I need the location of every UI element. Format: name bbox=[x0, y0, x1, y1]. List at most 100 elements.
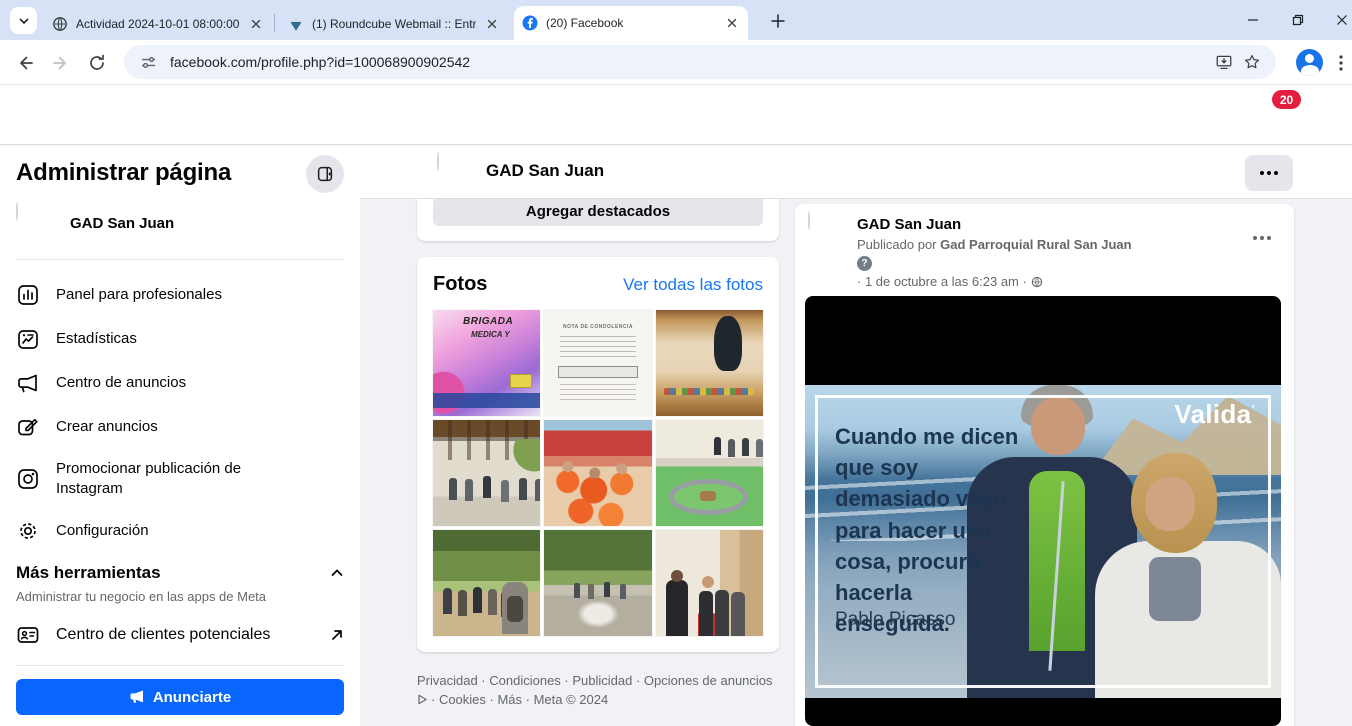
sidebar-title: Administrar página bbox=[16, 159, 231, 187]
bookmark-star-icon[interactable] bbox=[1238, 48, 1266, 76]
photo-boat-lifevests[interactable] bbox=[544, 420, 651, 526]
facebook-footer: Privacidad · Condiciones · Publicidad · … bbox=[417, 672, 779, 708]
tab-separator bbox=[274, 14, 275, 32]
collapse-sidebar-icon bbox=[316, 165, 334, 183]
address-bar[interactable]: facebook.com/profile.php?id=100068900902… bbox=[124, 45, 1276, 79]
add-highlights-button[interactable]: Agregar destacados bbox=[433, 196, 763, 226]
post-timestamp[interactable]: · 1 de octubre a las 6:23 am · bbox=[857, 274, 1043, 289]
sidebar-item-insights[interactable]: Estadísticas bbox=[8, 317, 352, 361]
post-published-by: Publicado por Gad Parroquial Rural San J… bbox=[857, 237, 1132, 252]
browser-menu-icon[interactable] bbox=[1333, 48, 1349, 78]
footer-links-line2[interactable]: · Cookies · Más · Meta © 2024 bbox=[431, 691, 608, 708]
publisher-page-name[interactable]: Gad Parroquial Rural San Juan bbox=[940, 237, 1131, 252]
adchoices-icon bbox=[417, 694, 428, 705]
external-link-icon bbox=[330, 628, 344, 642]
site-settings-icon[interactable] bbox=[134, 48, 162, 76]
tab-search-button[interactable] bbox=[10, 7, 37, 34]
document-lines bbox=[560, 384, 635, 400]
post-card: GAD San Juan Publicado por Gad Parroquia… bbox=[795, 204, 1294, 726]
install-app-icon[interactable] bbox=[1210, 48, 1238, 76]
photo-pergola-group[interactable] bbox=[433, 420, 540, 526]
main-area: Agregar destacados Fotos Ver todas las f… bbox=[360, 145, 1352, 726]
manage-page-sidebar: Administrar página GAD San Juan Panel pa… bbox=[0, 145, 360, 726]
advertise-button[interactable]: Anunciarte bbox=[16, 679, 344, 715]
sidebar-item-label: Promocionar publicación de Instagram bbox=[56, 459, 306, 499]
gear-icon bbox=[16, 519, 40, 543]
window-close-button[interactable] bbox=[1326, 5, 1352, 35]
reload-button[interactable] bbox=[82, 48, 112, 78]
megaphone-icon bbox=[129, 689, 145, 705]
question-badge[interactable]: ? bbox=[857, 256, 872, 271]
url-text[interactable]: facebook.com/profile.php?id=100068900902… bbox=[170, 54, 1210, 70]
photo-condolence-note[interactable]: NOTA DE CONDOLENCIA bbox=[544, 310, 651, 416]
footer-links-line1[interactable]: Privacidad · Condiciones · Publicidad · … bbox=[417, 672, 779, 689]
globe-privacy-icon bbox=[1031, 276, 1043, 288]
post-image[interactable]: Valida’ Cuando me dicen que soy demasiad… bbox=[805, 296, 1281, 726]
woman-top bbox=[1149, 557, 1201, 621]
close-tab-icon[interactable] bbox=[248, 16, 264, 32]
post-author-avatar[interactable] bbox=[808, 212, 848, 252]
person-silhouette bbox=[666, 580, 688, 636]
page-title: GAD San Juan bbox=[486, 161, 604, 181]
sidebar-page-profile[interactable]: GAD San Juan bbox=[8, 199, 352, 247]
photos-card: Fotos Ver todas las fotos BRIGADA MEDICA… bbox=[417, 257, 779, 652]
post-author-name[interactable]: GAD San Juan bbox=[857, 216, 961, 233]
quote-text: Cuando me dicen que soy demasiado viejo … bbox=[835, 421, 1031, 640]
pencil-square-icon bbox=[16, 415, 40, 439]
close-tab-icon[interactable] bbox=[484, 16, 500, 32]
document-title: NOTA DE CONDOLENCIA bbox=[544, 324, 651, 330]
more-tools-subtitle: Administrar tu negocio en las apps de Me… bbox=[16, 589, 266, 604]
divider bbox=[16, 259, 344, 260]
sidebar-item-ads-center[interactable]: Centro de anuncios bbox=[8, 361, 352, 405]
facebook-favicon-icon bbox=[522, 15, 538, 31]
people-silhouettes bbox=[449, 478, 457, 500]
back-button[interactable] bbox=[10, 48, 40, 78]
tab-roundcube[interactable]: (1) Roundcube Webmail :: Entra bbox=[280, 8, 508, 40]
photo-crowd-trees[interactable] bbox=[433, 530, 540, 636]
page-more-button[interactable] bbox=[1245, 155, 1293, 191]
sidebar-item-settings[interactable]: Configuración bbox=[8, 509, 352, 553]
people-in-vests bbox=[544, 420, 651, 526]
post-more-icon[interactable] bbox=[1246, 222, 1278, 254]
sidebar-item-professional-dashboard[interactable]: Panel para profesionales bbox=[8, 273, 352, 317]
sidebar-item-leads-center[interactable]: Centro de clientes potenciales bbox=[8, 613, 352, 657]
instagram-icon bbox=[16, 467, 40, 491]
gad-san-juan-crest bbox=[16, 202, 18, 221]
sidebar-item-label: Centro de clientes potenciales bbox=[56, 625, 270, 645]
photo-indoor-delivery[interactable] bbox=[656, 530, 763, 636]
more-tools-header[interactable]: Más herramientas bbox=[16, 563, 344, 583]
photo-sculpture-exhibit[interactable] bbox=[656, 310, 763, 416]
document-box bbox=[558, 366, 637, 378]
forward-button[interactable] bbox=[46, 48, 76, 78]
photo-park-plaza[interactable] bbox=[544, 530, 651, 636]
bar-chart-icon bbox=[16, 283, 40, 307]
globe-favicon-icon bbox=[52, 16, 68, 32]
new-tab-button[interactable] bbox=[766, 9, 790, 33]
man-face bbox=[1031, 397, 1085, 455]
collapse-sidebar-button[interactable] bbox=[306, 155, 344, 193]
tab-title: (1) Roundcube Webmail :: Entra bbox=[312, 17, 476, 31]
photo-parish-model[interactable] bbox=[656, 420, 763, 526]
tab-facebook-active[interactable]: (20) Facebook bbox=[514, 6, 748, 40]
people-silhouettes bbox=[443, 588, 452, 614]
page-avatar[interactable] bbox=[437, 153, 475, 191]
window-minimize-button[interactable] bbox=[1237, 5, 1269, 35]
see-all-photos-link[interactable]: Ver todas las fotos bbox=[623, 275, 763, 295]
close-tab-icon[interactable] bbox=[724, 15, 740, 31]
sculpture-silhouette bbox=[714, 316, 742, 371]
flyer-band bbox=[433, 393, 540, 408]
document-lines bbox=[560, 336, 635, 360]
browser-profile-avatar[interactable] bbox=[1296, 49, 1323, 76]
sidebar-item-label: Panel para profesionales bbox=[56, 285, 222, 305]
advertise-label: Anunciarte bbox=[153, 689, 231, 706]
beach-quote-graphic: Valida’ Cuando me dicen que soy demasiad… bbox=[805, 385, 1281, 698]
sidebar-item-label: Estadísticas bbox=[56, 329, 137, 349]
photo-brigada-medica-flyer[interactable]: BRIGADA MEDICA Y bbox=[433, 310, 540, 416]
sidebar-item-label: Configuración bbox=[56, 521, 149, 541]
sidebar-item-boost-instagram[interactable]: Promocionar publicación de Instagram bbox=[8, 449, 352, 509]
tab-actividad[interactable]: Actividad 2024-10-01 08:00:00 bbox=[44, 8, 272, 40]
sidebar-item-create-ads[interactable]: Crear anuncios bbox=[8, 405, 352, 449]
highlights-card: Agregar destacados bbox=[417, 199, 779, 241]
woman-face bbox=[1145, 477, 1195, 531]
window-restore-button[interactable] bbox=[1282, 5, 1314, 35]
